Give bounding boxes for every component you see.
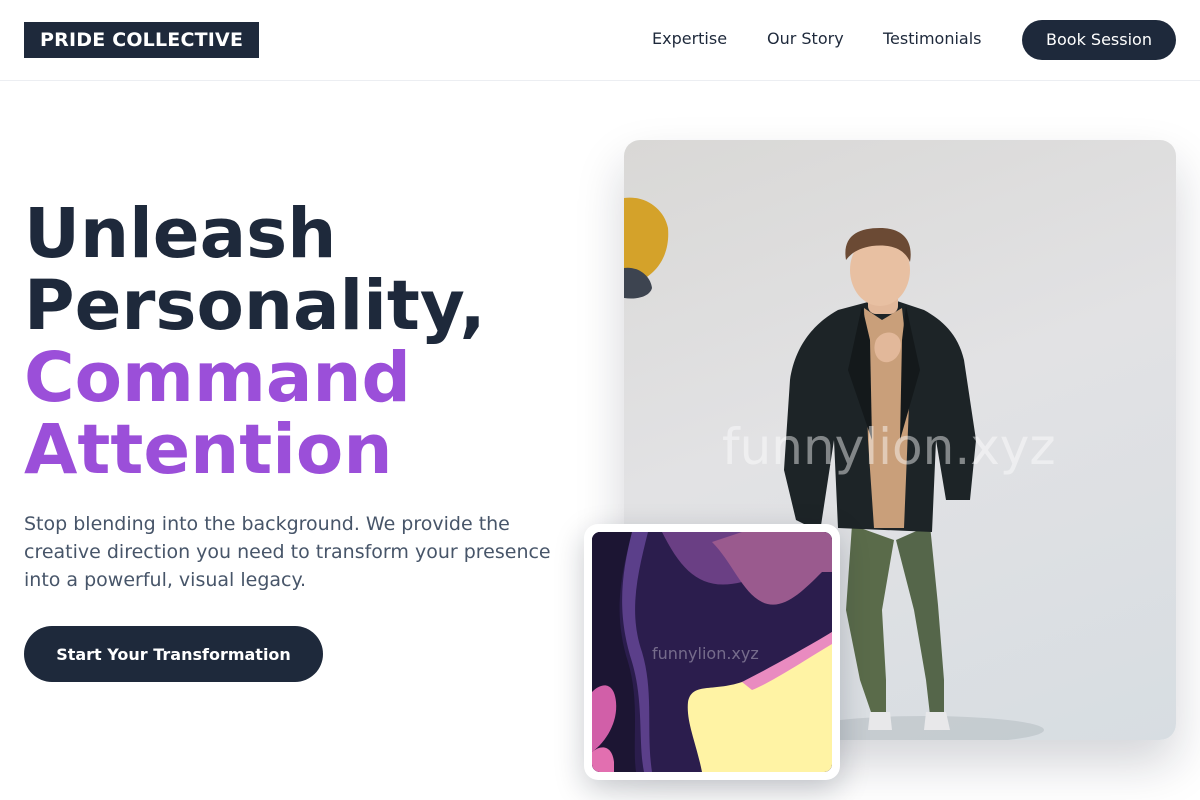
- headline-line-3: Command: [24, 338, 411, 418]
- nav-link-testimonials[interactable]: Testimonials: [883, 29, 982, 49]
- book-session-button[interactable]: Book Session: [1022, 20, 1176, 60]
- nav-link-expertise[interactable]: Expertise: [652, 29, 727, 49]
- photo-watermark: funnylion.xyz: [722, 418, 1056, 476]
- hero-subtext: Stop blending into the background. We pr…: [24, 513, 551, 591]
- abstract-art-card: funnylion.xyz: [584, 524, 840, 780]
- art-watermark: funnylion.xyz: [652, 644, 759, 663]
- start-transformation-button[interactable]: Start Your Transformation: [24, 626, 323, 682]
- headline-line-2: Personality,: [24, 266, 486, 346]
- nav-link-our-story[interactable]: Our Story: [767, 29, 844, 49]
- abstract-art-image: funnylion.xyz: [592, 532, 832, 772]
- hero-headline: Unleash Personality, Command Attention: [24, 198, 584, 486]
- headline-line-1: Unleash: [24, 194, 337, 274]
- headline-line-4: Attention: [24, 410, 393, 490]
- site-header: PRIDE COLLECTIVE Expertise Our Story Tes…: [0, 0, 1200, 81]
- brand-logo[interactable]: PRIDE COLLECTIVE: [24, 22, 260, 58]
